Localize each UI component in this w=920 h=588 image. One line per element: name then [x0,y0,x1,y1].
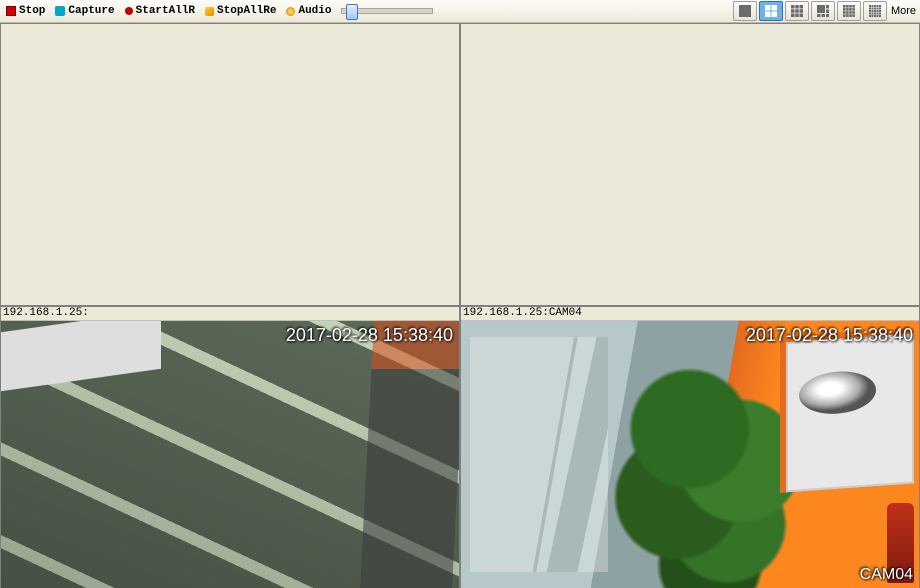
start-all-rec-button[interactable]: StartAllR [121,4,199,18]
osd-timestamp: 2017-02-28 15:38:40 [746,325,913,346]
stop-button[interactable]: Stop [2,4,49,18]
stop-label: Stop [19,5,45,17]
camera-feed [1,321,459,588]
audio-label: Audio [298,5,331,17]
layout-4x4-a[interactable] [811,1,835,21]
osd-timestamp: 2017-02-28 15:38:40 [286,325,453,346]
video-grid: 192.168.1.25: 2017-02-28 15:38:40 192.16… [0,23,920,588]
speaker-icon [286,7,295,16]
video-cell-2[interactable] [460,23,920,306]
start-all-rec-label: StartAllR [136,5,195,17]
stop-all-rec-label: StopAllRe [217,5,276,17]
video-cell-1[interactable] [0,23,460,306]
layout-1x1[interactable] [733,1,757,21]
layout-buttons: More [733,1,918,21]
layout-4x4-b[interactable] [837,1,861,21]
osd-camera-name: CAM04 [860,566,913,584]
capture-button[interactable]: Capture [51,4,118,18]
layout-5x5[interactable] [863,1,887,21]
capture-label: Capture [68,5,114,17]
video-area: 2017-02-28 15:38:40 CAM04 [461,321,919,588]
stop-icon [6,6,16,16]
record-icon [125,7,133,15]
camera-feed [461,321,919,588]
slider-track[interactable] [341,8,433,14]
video-cell-3[interactable]: 192.168.1.25: 2017-02-28 15:38:40 [0,306,460,588]
stop-all-rec-button[interactable]: StopAllRe [201,4,280,18]
layout-2x2[interactable] [759,1,783,21]
slider-thumb[interactable] [346,4,358,20]
camera-icon [55,6,65,16]
stop-record-icon [205,7,214,16]
toolbar: Stop Capture StartAllR StopAllRe Audio [0,0,920,23]
video-area: 2017-02-28 15:38:40 [1,321,459,588]
video-area-blank [461,24,919,305]
cell-label: 192.168.1.25:CAM04 [461,307,919,321]
layout-3x3[interactable] [785,1,809,21]
video-area-blank [1,24,459,305]
audio-button[interactable]: Audio [282,4,335,18]
cell-label: 192.168.1.25: [1,307,459,321]
more-button[interactable]: More [889,5,918,17]
video-cell-4[interactable]: 192.168.1.25:CAM04 2017-02-28 15:38:40 C… [460,306,920,588]
volume-slider[interactable] [341,8,433,14]
poster-graphic [780,327,914,492]
